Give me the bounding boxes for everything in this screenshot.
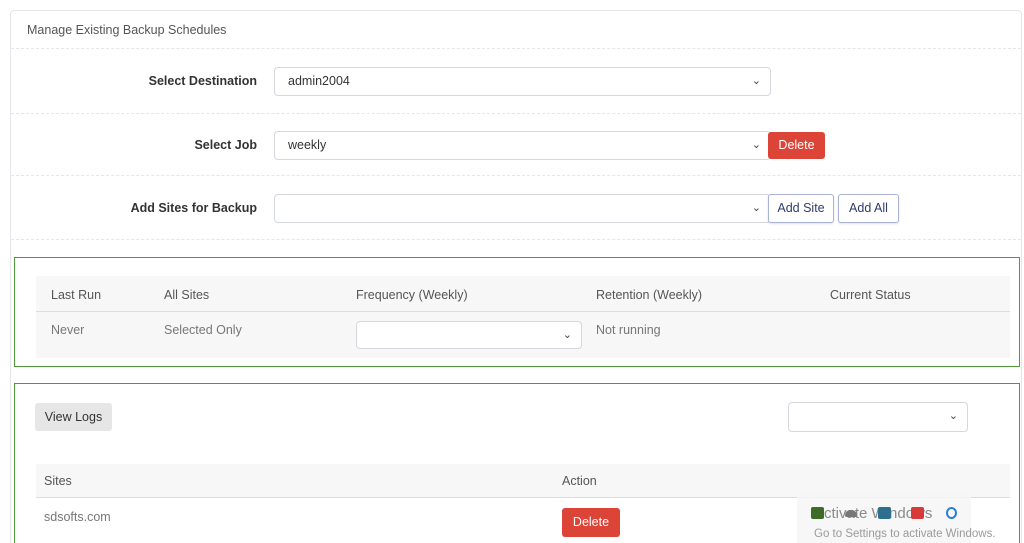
- chevron-down-icon: ⌄: [751, 75, 761, 87]
- row-divider: [11, 175, 1021, 176]
- chevron-down-icon: ⌄: [751, 202, 761, 214]
- tray-app-icon[interactable]: [911, 507, 924, 519]
- table-header-divider: [36, 311, 1010, 312]
- frequency-select[interactable]: ⌄: [356, 321, 582, 349]
- header-action: Action: [562, 474, 597, 488]
- site-name: sdsofts.com: [44, 510, 111, 524]
- view-logs-button[interactable]: View Logs: [35, 403, 112, 431]
- header-sites: Sites: [44, 474, 72, 488]
- row-divider: [11, 48, 1021, 49]
- logs-select[interactable]: ⌄: [788, 402, 968, 432]
- destination-select-value: admin2004: [288, 74, 350, 88]
- chevron-down-icon: ⌄: [562, 329, 572, 341]
- card-title: Manage Existing Backup Schedules: [27, 23, 227, 37]
- tray-app-icon[interactable]: [878, 507, 891, 519]
- cell-retention: Not running: [596, 323, 661, 337]
- row-divider: [11, 113, 1021, 114]
- header-retention: Retention (Weekly): [596, 288, 703, 302]
- delete-job-button[interactable]: Delete: [768, 132, 825, 159]
- wifi-icon[interactable]: [946, 507, 957, 519]
- header-frequency: Frequency (Weekly): [356, 288, 468, 302]
- cell-last-run: Never: [51, 323, 85, 337]
- tray-app-icon[interactable]: [811, 507, 824, 519]
- delete-site-button[interactable]: Delete: [562, 508, 620, 537]
- job-select-value: weekly: [288, 138, 327, 152]
- chevron-down-icon: ⌄: [751, 139, 761, 151]
- chevron-down-icon: ⌄: [948, 410, 958, 422]
- schedule-status-panel: Last Run All Sites Frequency (Weekly) Re…: [14, 257, 1020, 367]
- activate-windows-subtitle: Go to Settings to activate Windows.: [814, 528, 996, 540]
- header-current-status: Current Status: [830, 288, 911, 302]
- add-site-button[interactable]: Add Site: [768, 194, 834, 223]
- add-sites-label: Add Sites for Backup: [130, 201, 257, 215]
- destination-select[interactable]: admin2004 ⌄: [274, 67, 771, 96]
- cell-all-sites: Selected Only: [164, 323, 242, 337]
- select-job-label: Select Job: [194, 138, 257, 152]
- row-divider: [11, 239, 1021, 240]
- header-last-run: Last Run: [51, 288, 102, 302]
- select-destination-label: Select Destination: [148, 74, 257, 88]
- header-all-sites: All Sites: [164, 288, 210, 302]
- cloud-icon[interactable]: [845, 510, 857, 517]
- sites-select[interactable]: ⌄: [274, 194, 771, 223]
- add-all-button[interactable]: Add All: [838, 194, 899, 223]
- job-select[interactable]: weekly ⌄: [274, 131, 771, 160]
